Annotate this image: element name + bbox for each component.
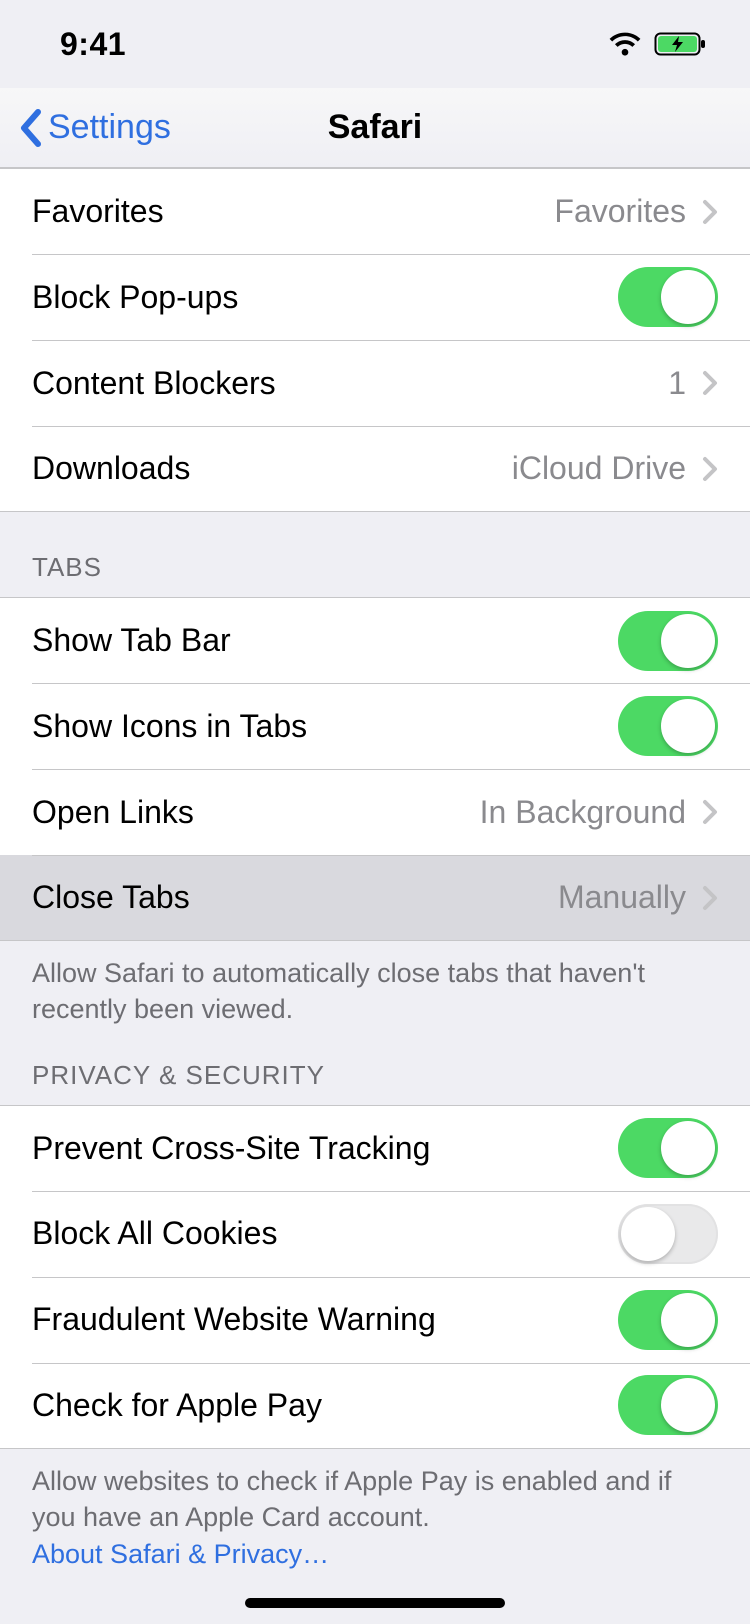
chevron-right-icon [702,885,718,911]
row-value: In Background [480,794,686,831]
toggle-block-popups[interactable] [618,267,718,327]
wifi-icon [608,31,642,57]
footer-text: Allow websites to check if Apple Pay is … [32,1466,671,1532]
row-value: Favorites [554,193,686,230]
row-label: Close Tabs [32,879,558,916]
row-label: Check for Apple Pay [32,1387,618,1424]
home-indicator[interactable] [245,1598,505,1608]
row-label: Prevent Cross-Site Tracking [32,1130,618,1167]
row-label: Downloads [32,450,512,487]
row-value: Manually [558,879,686,916]
row-content-blockers[interactable]: Content Blockers 1 [0,340,750,426]
row-label: Block All Cookies [32,1215,618,1252]
chevron-left-icon [18,108,42,148]
battery-charging-icon [654,30,710,58]
row-label: Favorites [32,193,554,230]
toggle-prevent-tracking[interactable] [618,1118,718,1178]
row-label: Block Pop-ups [32,279,618,316]
chevron-right-icon [702,456,718,482]
row-show-tab-bar: Show Tab Bar [0,597,750,683]
group-tabs: Show Tab Bar Show Icons in Tabs Open Lin… [0,597,750,941]
row-show-icons: Show Icons in Tabs [0,683,750,769]
back-label: Settings [48,108,171,147]
group-privacy: Prevent Cross-Site Tracking Block All Co… [0,1105,750,1449]
row-apple-pay: Check for Apple Pay [0,1363,750,1449]
status-time: 9:41 [60,26,126,63]
group-footer-tabs: Allow Safari to automatically close tabs… [0,941,750,1032]
row-close-tabs[interactable]: Close Tabs Manually [0,855,750,941]
chevron-right-icon [702,199,718,225]
toggle-show-icons[interactable] [618,696,718,756]
row-label: Fraudulent Website Warning [32,1301,618,1338]
row-label: Show Tab Bar [32,622,618,659]
row-label: Open Links [32,794,480,831]
row-value: iCloud Drive [512,450,686,487]
row-block-cookies: Block All Cookies [0,1191,750,1277]
row-downloads[interactable]: Downloads iCloud Drive [0,426,750,512]
row-label: Content Blockers [32,365,668,402]
group-general: Favorites Favorites Block Pop-ups Conten… [0,168,750,512]
toggle-fraud-warning[interactable] [618,1290,718,1350]
toggle-show-tab-bar[interactable] [618,611,718,671]
toggle-apple-pay[interactable] [618,1375,718,1435]
chevron-right-icon [702,370,718,396]
back-button[interactable]: Settings [18,108,171,148]
nav-bar: Settings Safari [0,88,750,168]
row-label: Show Icons in Tabs [32,708,618,745]
row-prevent-tracking: Prevent Cross-Site Tracking [0,1105,750,1191]
toggle-block-cookies[interactable] [618,1204,718,1264]
chevron-right-icon [702,799,718,825]
row-favorites[interactable]: Favorites Favorites [0,168,750,254]
row-open-links[interactable]: Open Links In Background [0,769,750,855]
group-header-privacy: PRIVACY & SECURITY [0,1032,750,1105]
row-block-popups: Block Pop-ups [0,254,750,340]
about-safari-privacy-link[interactable]: About Safari & Privacy… [32,1539,329,1569]
group-footer-privacy: Allow websites to check if Apple Pay is … [0,1449,750,1576]
status-bar: 9:41 [0,0,750,88]
row-value: 1 [668,365,686,402]
row-fraud-warning: Fraudulent Website Warning [0,1277,750,1363]
group-header-tabs: TABS [0,512,750,597]
